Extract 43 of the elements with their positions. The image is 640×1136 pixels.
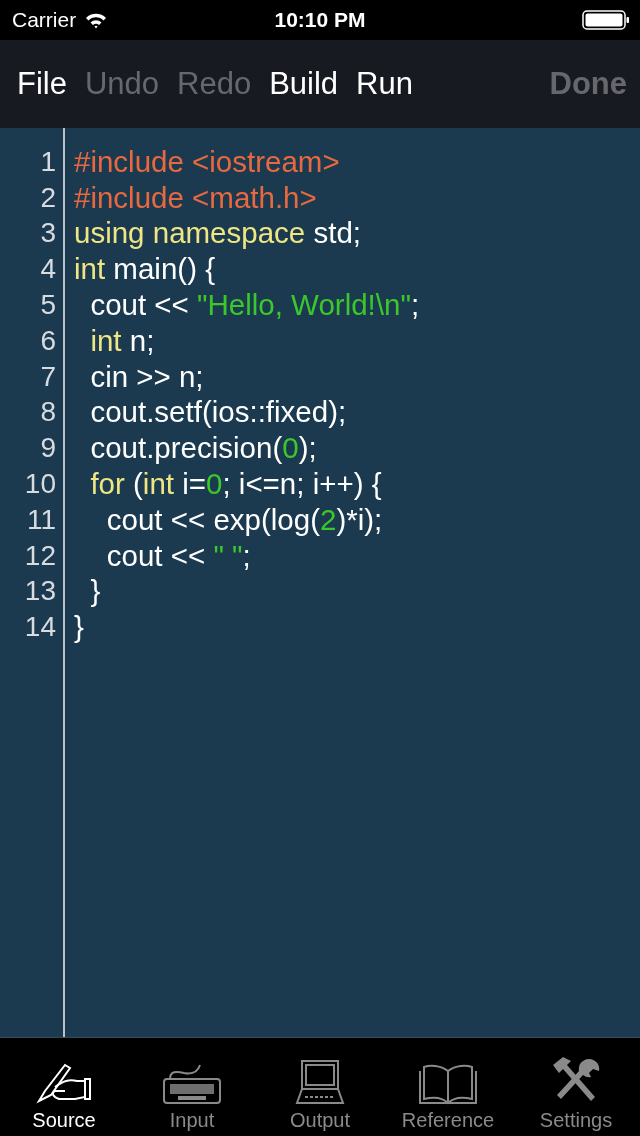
code-editor[interactable] xyxy=(0,128,640,1037)
code-line: cout.precision(0); xyxy=(89,431,317,466)
line-number: 6 xyxy=(39,324,56,357)
tab-item[interactable]: Output xyxy=(256,1038,384,1136)
laptop-icon xyxy=(295,1059,345,1105)
code-line: cout << exp(log(2)*i); xyxy=(105,502,383,537)
line-number: 11 xyxy=(25,503,56,536)
clock-time: 10:10 PM xyxy=(274,8,366,32)
code-line: } xyxy=(74,610,84,645)
code-line: int n; xyxy=(89,323,155,358)
tab-item[interactable]: Source xyxy=(0,1038,128,1136)
carrier-name: Carrier xyxy=(12,8,77,32)
line-number: 9 xyxy=(39,432,56,465)
line-number: 3 xyxy=(39,217,56,250)
wifi-icon xyxy=(84,11,109,29)
code-line: #include <iostream> xyxy=(74,144,340,179)
battery-icon xyxy=(582,10,630,30)
line-number: 1 xyxy=(39,145,56,178)
code-line: cin >> n; xyxy=(89,359,204,394)
code-line: cout.setf(ios::fixed); xyxy=(89,395,347,430)
code-line: int main() { xyxy=(74,252,215,287)
code-line: } xyxy=(89,574,101,609)
line-number: 10 xyxy=(23,468,56,501)
line-number: 5 xyxy=(39,289,56,322)
code-line: for (int i=0; i<=n; i++) { xyxy=(89,467,382,502)
line-number: 14 xyxy=(23,611,56,644)
code-line: cout << " "; xyxy=(105,538,251,573)
line-number: 8 xyxy=(39,396,56,429)
line-number: 12 xyxy=(23,539,56,572)
code-line: cout << "Hello, World!\n"; xyxy=(89,288,420,323)
code-line: #include <math.h> xyxy=(74,180,317,215)
line-number: 2 xyxy=(39,181,56,214)
toolbar-button[interactable]: Run xyxy=(347,60,422,108)
line-number: 4 xyxy=(39,253,56,286)
pen-hand-icon xyxy=(35,1061,93,1105)
tab-item[interactable]: Reference xyxy=(384,1038,512,1136)
code-line: using namespace std; xyxy=(74,216,361,251)
toolbar-button[interactable]: Build xyxy=(260,60,348,108)
toolbar-button[interactable]: File xyxy=(8,60,76,108)
line-number: 7 xyxy=(39,360,56,393)
line-number: 13 xyxy=(23,575,56,608)
tab-item[interactable]: Settings xyxy=(512,1038,640,1136)
tab-item[interactable]: Input xyxy=(128,1038,256,1136)
